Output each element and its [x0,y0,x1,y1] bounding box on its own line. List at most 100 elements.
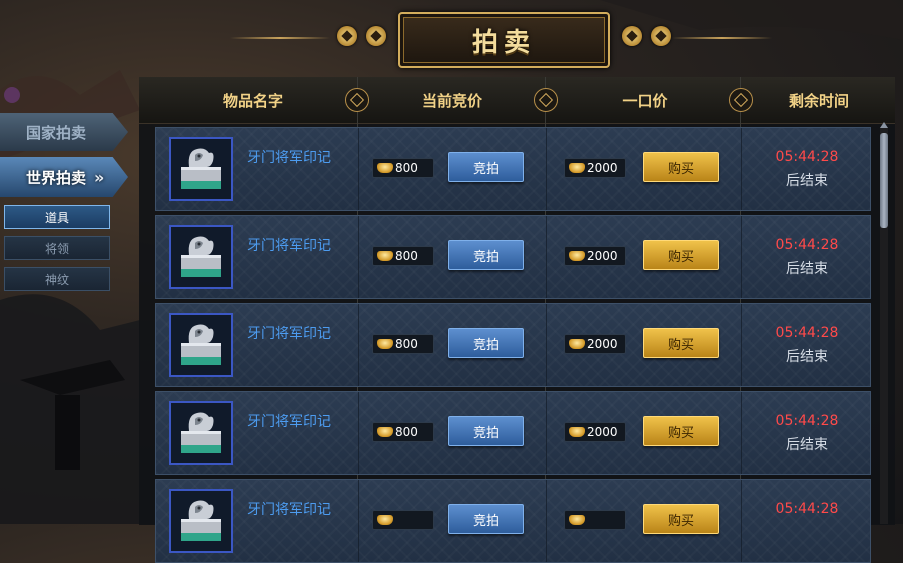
cell-divider [546,216,547,298]
buyout-amount: 2000 [587,161,618,175]
subtab-generals[interactable]: 将领 [4,236,110,260]
scrollbar-thumb[interactable] [880,133,888,228]
cell-divider [546,480,547,562]
seal-icon [181,236,221,277]
coin-ornament-icon [337,26,357,46]
header-label: 当前竞价 [421,91,482,110]
cell-divider [546,304,547,386]
title-plaque: 拍卖 [398,12,610,68]
cell-divider [358,392,359,474]
item-name[interactable]: 牙门将军印记 [247,411,331,431]
cell-divider [741,128,742,210]
time-remaining: 05:44:28 [775,413,839,429]
gold-ingot-icon [569,427,585,437]
buyout-value: 2000 [564,422,626,442]
time-remaining: 05:44:28 [775,149,839,165]
bid-button[interactable]: 竞拍 [448,504,524,534]
gold-ingot-icon [569,251,585,261]
cell-divider [546,392,547,474]
buy-button[interactable]: 购买 [643,152,719,182]
item-icon-frame[interactable] [169,489,233,553]
item-name[interactable]: 牙门将军印记 [247,147,331,167]
current-bid-value: 800 [372,158,434,178]
cell-divider [741,216,742,298]
coin-ornament-icon [366,26,386,46]
subtab-label: 将领 [44,241,69,256]
current-bid-value: 800 [372,422,434,442]
current-bid-value: 800 [372,334,434,354]
current-bid-value [372,510,434,530]
tab-world-auction[interactable]: 世界拍卖 » [0,157,128,197]
seal-icon [181,412,221,453]
title-line-right [672,37,772,39]
chevron-right-icon: » [94,167,105,187]
cell-divider [741,304,742,386]
header-label: 剩余时间 [788,91,849,110]
column-header-current-bid: 当前竞价 [372,77,532,123]
tab-national-auction[interactable]: 国家拍卖 [0,113,128,151]
gold-ingot-icon [569,163,585,173]
subtab-runes[interactable]: 神纹 [4,267,110,291]
time-suffix: 后结束 [786,349,828,365]
item-name[interactable]: 牙门将军印记 [247,499,331,519]
buy-button[interactable]: 购买 [643,504,719,534]
buyout-amount: 2000 [587,249,618,263]
bid-button[interactable]: 竞拍 [448,416,524,446]
cell-divider [358,480,359,562]
time-remaining: 05:44:28 [775,501,839,517]
header-label: 物品名字 [222,91,283,110]
gold-ingot-icon [569,339,585,349]
sort-icon[interactable] [729,88,753,112]
table-row[interactable]: 牙门将军印记 800 竞拍 2000 购买 05:44:28 后结束 [155,391,871,475]
table-row[interactable]: 牙门将军印记 800 竞拍 2000 购买 05:44:28 后结束 [155,127,871,211]
buyout-value: 2000 [564,246,626,266]
seal-icon [181,324,221,365]
table-row[interactable]: 牙门将军印记 竞拍 购买 05:44:28 [155,479,871,563]
gold-ingot-icon [377,339,393,349]
cell-divider [741,392,742,474]
buyout-value [564,510,626,530]
sort-icon[interactable] [345,88,369,112]
bid-button[interactable]: 竞拍 [448,328,524,358]
buyout-amount: 2000 [587,337,618,351]
gold-ingot-icon [377,251,393,261]
time-remaining: 05:44:28 [775,237,839,253]
buyout-amount: 2000 [587,425,618,439]
buyout-value: 2000 [564,158,626,178]
page-title: 拍卖 [471,27,536,58]
time-remaining: 05:44:28 [775,325,839,341]
cell-divider [741,480,742,562]
current-bid-amount: 800 [395,161,418,175]
subtab-label: 神纹 [44,272,69,287]
table-row[interactable]: 牙门将军印记 800 竞拍 2000 购买 05:44:28 后结束 [155,215,871,299]
header-label: 一口价 [622,91,668,110]
buy-button[interactable]: 购买 [643,328,719,358]
column-header-buyout: 一口价 [560,77,730,123]
table-row[interactable]: 牙门将军印记 800 竞拍 2000 购买 05:44:28 后结束 [155,303,871,387]
bid-button[interactable]: 竞拍 [448,152,524,182]
time-suffix: 后结束 [786,261,828,277]
sort-icon[interactable] [534,88,558,112]
buy-button[interactable]: 购买 [643,416,719,446]
buyout-value: 2000 [564,334,626,354]
buy-button[interactable]: 购买 [643,240,719,270]
item-icon-frame[interactable] [169,401,233,465]
gold-ingot-icon [377,427,393,437]
item-name[interactable]: 牙门将军印记 [247,235,331,255]
item-name[interactable]: 牙门将军印记 [247,323,331,343]
cell-divider [358,304,359,386]
current-bid-amount: 800 [395,249,418,263]
item-icon-frame[interactable] [169,225,233,289]
scroll-up-icon[interactable] [880,122,888,128]
cell-divider [358,128,359,210]
coin-ornament-icon [622,26,642,46]
seal-icon [181,500,221,541]
title-line-left [230,37,330,39]
bid-button[interactable]: 竞拍 [448,240,524,270]
cell-divider [358,216,359,298]
item-icon-frame[interactable] [169,313,233,377]
item-icon-frame[interactable] [169,137,233,201]
current-bid-amount: 800 [395,425,418,439]
subtab-items[interactable]: 道具 [4,205,110,229]
coin-ornament-icon [651,26,671,46]
